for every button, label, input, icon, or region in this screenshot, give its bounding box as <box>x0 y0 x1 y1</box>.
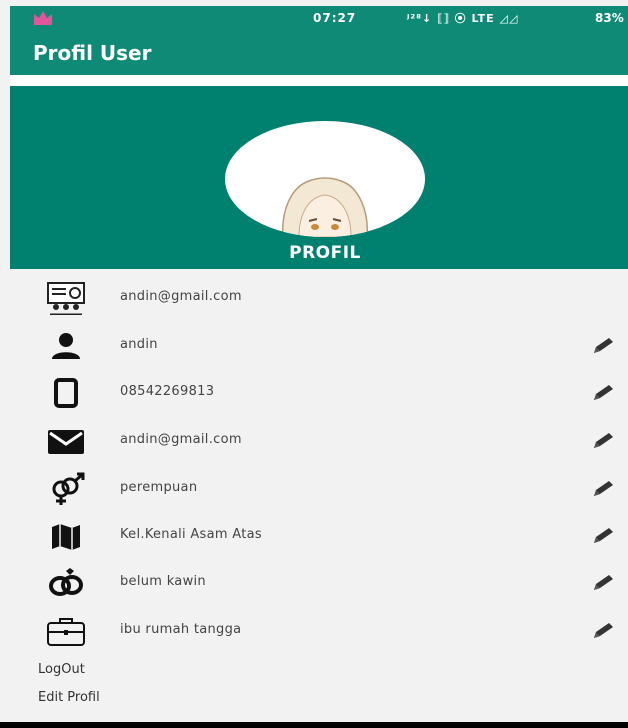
app-bar: Profil User <box>10 30 628 75</box>
field-value: andin@gmail.com <box>120 432 242 447</box>
mail-icon <box>48 430 84 454</box>
map-icon <box>52 524 80 550</box>
gender-icon <box>52 472 85 505</box>
edit-gender-icon[interactable] <box>590 478 616 500</box>
profile-row-email: andin@gmail.com <box>10 418 628 464</box>
profile-row-gender: perempuan <box>10 466 628 512</box>
logout-link[interactable]: LogOut <box>38 662 85 677</box>
edit-phone-icon[interactable] <box>590 382 616 404</box>
phone-icon <box>54 378 78 408</box>
profile-header: PROFIL <box>10 86 628 269</box>
avatar[interactable] <box>225 121 425 237</box>
field-value: ibu rumah tangga <box>120 622 242 637</box>
rings-icon <box>49 568 83 596</box>
status-bar: 07:27 ʲ²⁸↓ ⟦⟧ ⦿ LTE ◿◿ 83% <box>10 6 628 30</box>
divider <box>10 75 628 86</box>
avatar-illustration <box>282 177 368 237</box>
profile-label: PROFIL <box>289 243 361 263</box>
profile-row-name: andin <box>10 323 628 369</box>
contact-card-icon <box>47 282 85 315</box>
edit-name-icon[interactable] <box>590 335 616 357</box>
status-time: 07:27 <box>313 11 357 25</box>
edit-marital-icon[interactable] <box>590 572 616 594</box>
field-value: andin@gmail.com <box>120 289 242 304</box>
status-icons: ʲ²⁸↓ ⟦⟧ ⦿ LTE ◿◿ <box>407 12 519 25</box>
edit-address-icon[interactable] <box>590 525 616 547</box>
field-value: perempuan <box>120 480 198 495</box>
profile-row-phone: 08542269813 <box>10 370 628 416</box>
person-icon <box>52 333 80 359</box>
edit-email-icon[interactable] <box>590 430 616 452</box>
edit-profile-link[interactable]: Edit Profil <box>38 690 100 705</box>
field-value: 08542269813 <box>120 384 215 399</box>
profile-row-occupation: ibu rumah tangga <box>10 608 628 654</box>
profile-row-marital: belum kawin <box>10 560 628 606</box>
crown-icon <box>34 11 52 25</box>
navigation-bar <box>0 722 628 728</box>
profile-row-email-primary: andin@gmail.com <box>10 275 628 321</box>
profile-row-address: Kel.Kenali Asam Atas <box>10 513 628 559</box>
edit-occupation-icon[interactable] <box>590 620 616 642</box>
field-value: andin <box>120 337 158 352</box>
field-value: Kel.Kenali Asam Atas <box>120 527 262 542</box>
briefcase-icon <box>47 618 85 646</box>
field-value: belum kawin <box>120 574 206 589</box>
page-title: Profil User <box>33 41 152 65</box>
battery-level: 83% <box>595 11 624 25</box>
